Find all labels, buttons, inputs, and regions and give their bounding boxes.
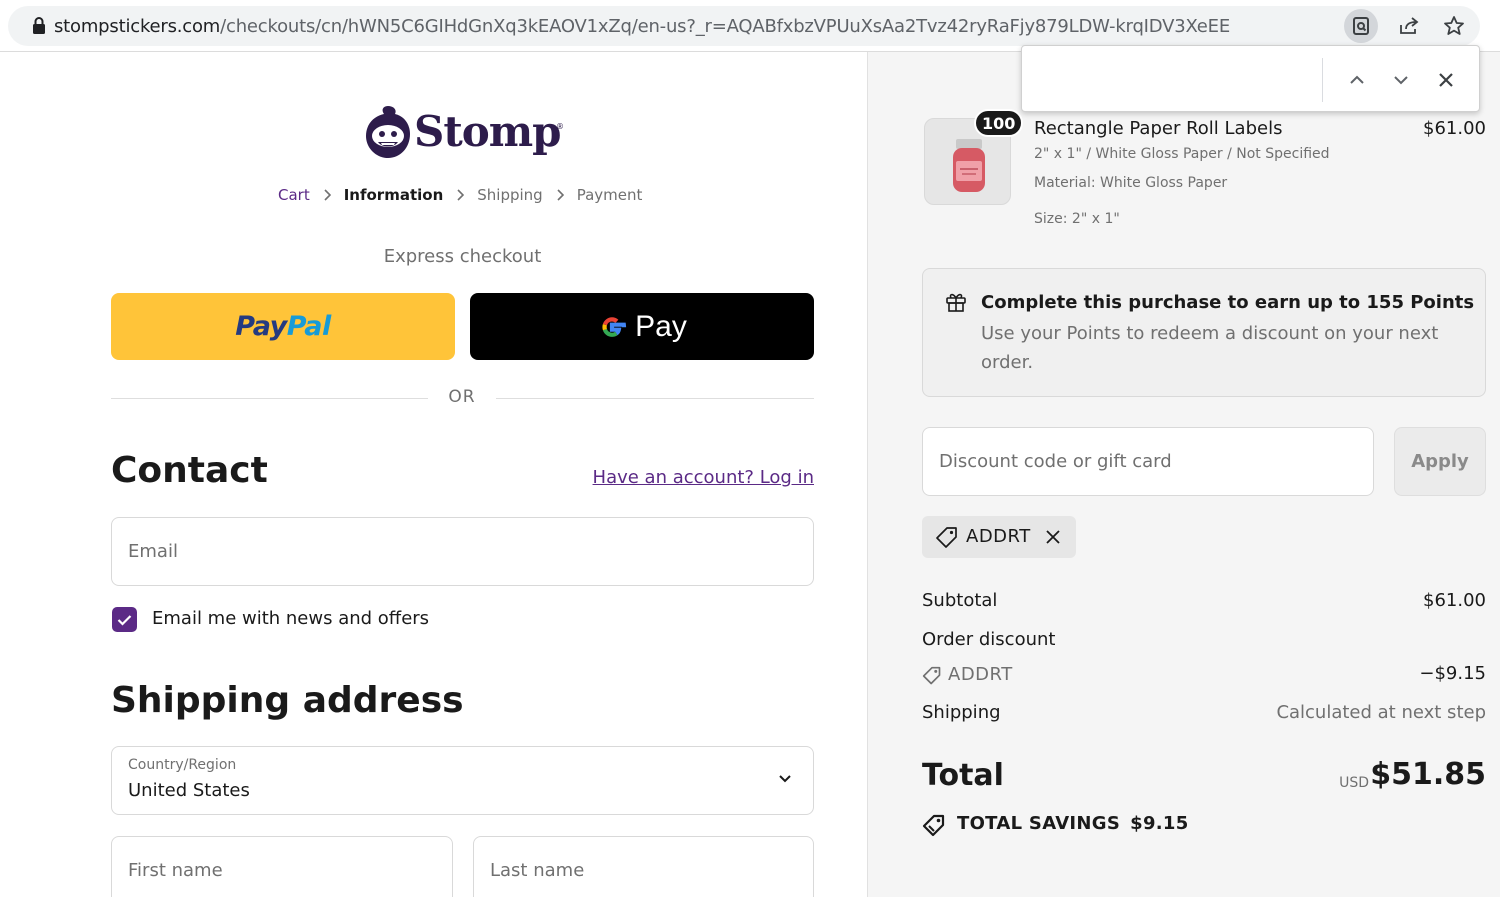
login-link[interactable]: Have an account? Log in: [593, 467, 814, 488]
product-variant: 2" x 1" / White Gloss Paper / Not Specif…: [1034, 146, 1330, 162]
tag-icon: [922, 666, 941, 685]
tag-icon: [936, 527, 957, 548]
last-name-input[interactable]: [490, 837, 797, 897]
subtotal-value: $61.00: [1423, 590, 1486, 611]
total-value: $51.85: [1370, 757, 1486, 792]
find-in-page-icon[interactable]: [1344, 9, 1378, 43]
discount-code-field[interactable]: [922, 427, 1374, 496]
url-text[interactable]: stompstickers.com/checkouts/cn/hWN5C6GIH…: [54, 16, 1230, 37]
savings-tag-icon: [922, 814, 945, 837]
shipping-value: Calculated at next step: [1276, 702, 1486, 723]
find-next-icon[interactable]: [1387, 66, 1415, 94]
bookmark-star-icon[interactable]: [1437, 9, 1471, 43]
total-savings-label: TOTAL SAVINGS: [957, 813, 1121, 834]
paypal-logo-part1: Pay: [235, 311, 287, 342]
first-name-field[interactable]: [111, 836, 453, 897]
product-price: $61.00: [1423, 118, 1486, 139]
applied-discount-code: ADDRT: [966, 526, 1031, 547]
google-g-icon: [602, 316, 627, 337]
subtotal-label: Subtotal: [922, 590, 998, 611]
gift-icon: [946, 293, 966, 312]
quantity-badge: 100: [974, 109, 1024, 137]
order-discount-code: ADDRT: [948, 664, 1013, 685]
breadcrumb: Cart Information Shipping Payment: [278, 186, 642, 204]
google-pay-button[interactable]: Pay: [470, 293, 814, 360]
find-divider: [1322, 58, 1323, 102]
google-pay-label: Pay: [635, 309, 687, 343]
stomp-logo[interactable]: Stomp ®: [364, 104, 564, 164]
divider: [496, 398, 814, 399]
points-title: Complete this purchase to earn up to 155…: [981, 292, 1475, 313]
applied-discount-chip: ADDRT: [922, 516, 1076, 558]
url-host: stompstickers.com: [54, 16, 221, 37]
product-name: Rectangle Paper Roll Labels: [1034, 118, 1283, 139]
first-name-input[interactable]: [128, 837, 436, 897]
paypal-logo-part2: Pal: [286, 311, 332, 342]
find-close-icon[interactable]: [1432, 66, 1460, 94]
points-description: Use your Points to redeem a discount on …: [981, 323, 1439, 373]
country-label: Country/Region: [128, 757, 237, 773]
total-label: Total: [922, 758, 1004, 793]
email-field[interactable]: [111, 517, 814, 586]
total-savings-value: $9.15: [1130, 813, 1189, 834]
chevron-right-icon: [456, 189, 465, 201]
country-select[interactable]: Country/Region United States: [111, 746, 814, 815]
total-savings: TOTAL SAVINGS $9.15: [957, 813, 1189, 834]
breadcrumb-information: Information: [343, 186, 444, 204]
lock-icon[interactable]: [30, 16, 48, 36]
product-material: Material: White Gloss Paper: [1034, 175, 1228, 191]
breadcrumb-shipping: Shipping: [477, 186, 543, 204]
chevron-down-icon: [779, 775, 791, 783]
newsletter-label[interactable]: Email me with news and offers: [152, 608, 429, 629]
currency-code: USD: [1339, 775, 1369, 791]
find-bar: [1021, 45, 1480, 112]
trademark-symbol: ®: [556, 122, 564, 131]
express-checkout-label: Express checkout: [383, 246, 542, 267]
discount-code-input[interactable]: [939, 428, 1357, 495]
last-name-field[interactable]: [473, 836, 814, 897]
url-path: /checkouts/cn/hWN5C6GIHdGnXq3kEAOV1xZq/e…: [220, 16, 1231, 37]
apply-discount-button[interactable]: Apply: [1394, 427, 1486, 496]
newsletter-checkbox[interactable]: [112, 607, 137, 632]
contact-heading: Contact: [111, 450, 268, 491]
chevron-right-icon: [323, 189, 331, 201]
paypal-logo: PayPal: [235, 311, 331, 342]
divider: [111, 398, 428, 399]
find-previous-icon[interactable]: [1343, 66, 1371, 94]
shipping-address-heading: Shipping address: [111, 680, 464, 721]
checkmark-icon: [117, 614, 132, 626]
gorilla-mascot-icon: [366, 106, 410, 158]
country-value: United States: [128, 780, 250, 801]
chevron-right-icon: [556, 189, 564, 201]
shipping-label: Shipping: [922, 702, 1001, 723]
email-input[interactable]: [128, 518, 797, 585]
order-discount-value: −$9.15: [1419, 663, 1486, 684]
or-separator: OR: [448, 387, 476, 407]
paypal-button[interactable]: PayPal: [111, 293, 455, 360]
remove-discount-icon[interactable]: [1044, 528, 1062, 546]
points-banner: Complete this purchase to earn up to 155…: [922, 268, 1486, 397]
find-input[interactable]: [1032, 58, 1322, 100]
order-discount-label: Order discount: [922, 629, 1056, 650]
product-size: Size: 2" x 1": [1034, 211, 1120, 227]
breadcrumb-payment: Payment: [576, 186, 643, 204]
share-icon[interactable]: [1392, 9, 1426, 43]
brand-name: Stomp: [414, 107, 562, 156]
address-bar[interactable]: stompstickers.com/checkouts/cn/hWN5C6GIH…: [8, 6, 1480, 46]
breadcrumb-cart[interactable]: Cart: [278, 186, 310, 204]
